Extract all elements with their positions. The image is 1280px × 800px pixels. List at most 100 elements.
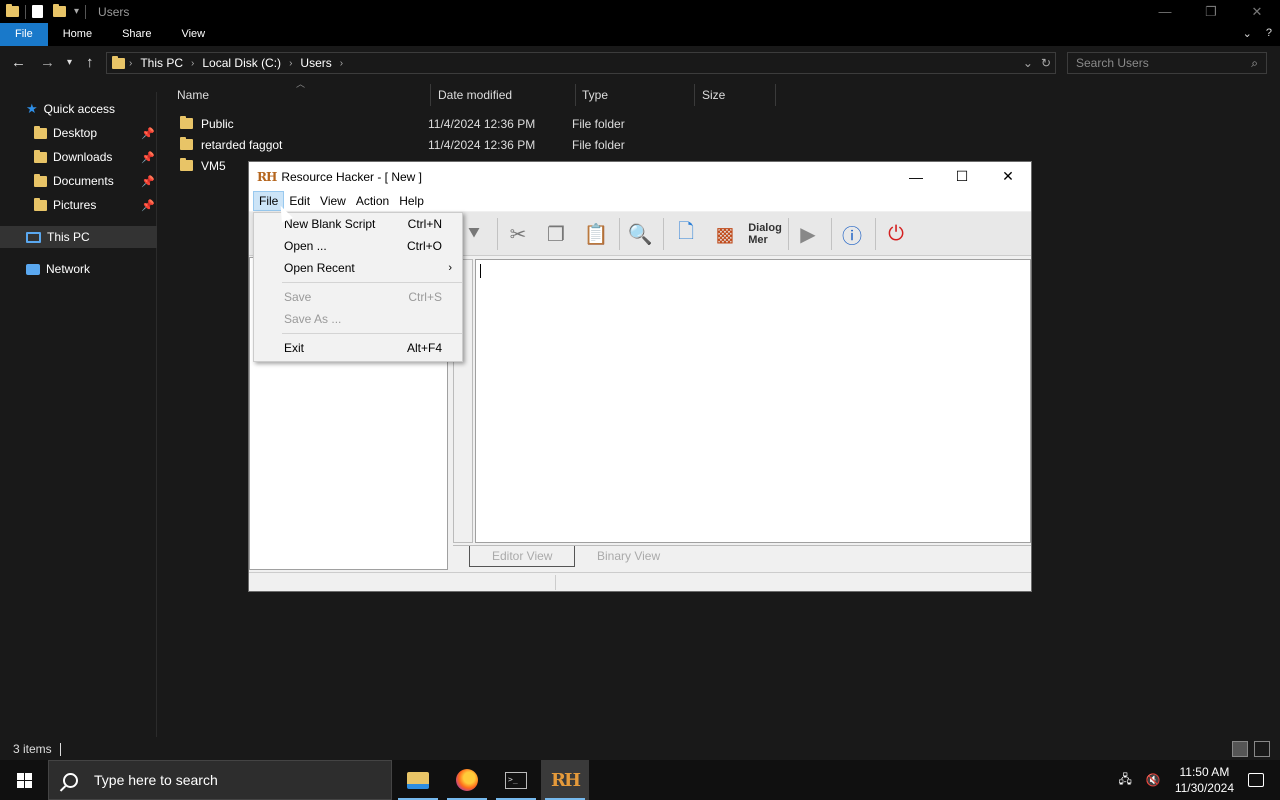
tab-editor-view[interactable]: Editor View [469, 546, 576, 567]
toolbar-separator [788, 218, 789, 250]
status-divider [59, 742, 61, 756]
sidebar-item-desktop[interactable]: Desktop 📌 [0, 122, 157, 144]
menu-edit[interactable]: Edit [284, 192, 315, 210]
clock[interactable]: 11:50 AM 11/30/2024 [1175, 764, 1234, 796]
rh-close-button[interactable]: ✕ [985, 162, 1031, 191]
file-date: 11/4/2024 12:36 PM [428, 116, 536, 131]
tab-share[interactable]: Share [107, 23, 166, 46]
chevron-down-icon[interactable]: ⌄ [1023, 56, 1033, 70]
file-menu-dropdown: New Blank Script Ctrl+N Open ... Ctrl+O … [253, 212, 463, 362]
sidebar-item-documents[interactable]: Documents 📌 [0, 170, 157, 192]
large-icons-view-icon[interactable] [1254, 741, 1270, 757]
add-image-resource-icon[interactable]: ▩ [708, 218, 742, 250]
restore-button[interactable]: ❐ [1188, 0, 1234, 23]
menu-item-save[interactable]: Save Ctrl+S [254, 286, 462, 308]
taskbar-resource-hacker[interactable]: RH [541, 760, 589, 800]
taskbar-search[interactable]: Type here to search [48, 760, 392, 800]
play-icon[interactable]: ▶ [791, 218, 825, 250]
refresh-icon[interactable]: ↻ [1041, 56, 1051, 70]
chevron-right-icon[interactable]: › [336, 58, 347, 69]
taskbar-firefox[interactable] [443, 760, 491, 800]
sidebar-item-label: Downloads [53, 150, 113, 164]
pictures-folder-icon [34, 197, 47, 211]
copy-icon[interactable]: ❐ [539, 218, 573, 250]
menu-item-open[interactable]: Open ... Ctrl+O [254, 235, 462, 257]
column-header-name[interactable]: Name [172, 84, 431, 106]
menu-item-shortcut: Ctrl+O [406, 239, 442, 253]
folder-icon [112, 55, 125, 69]
network-tray-icon[interactable]: 🖧 [1118, 770, 1131, 791]
back-icon[interactable]: ← [11, 54, 26, 71]
new-folder-icon[interactable] [53, 4, 66, 17]
rh-status-bar [249, 572, 1031, 591]
address-bar[interactable]: › This PC › Local Disk (C:) › Users › ⌄ … [106, 52, 1056, 74]
list-item[interactable]: Public 11/4/2024 12:36 PM File folder [170, 113, 770, 134]
column-header-type[interactable]: Type [577, 84, 695, 106]
power-icon[interactable]: ⏻ [879, 218, 913, 250]
breadcrumb-local-disk[interactable]: Local Disk (C:) [198, 56, 285, 70]
rh-maximize-button[interactable]: ☐ [939, 162, 985, 191]
downloads-folder-icon [34, 149, 47, 163]
volume-muted-icon[interactable]: 🔇 [1146, 773, 1161, 787]
menu-action[interactable]: Action [351, 192, 394, 210]
menu-help[interactable]: Help [394, 192, 429, 210]
sidebar-item-this-pc[interactable]: This PC [0, 226, 157, 248]
dialog-merger-button[interactable]: Dialog Mer [745, 218, 785, 250]
desktop-folder-icon [34, 125, 47, 139]
window-controls: — ❐ ✕ [1142, 0, 1280, 23]
menu-item-exit[interactable]: Exit Alt+F4 [254, 337, 462, 359]
sidebar-item-downloads[interactable]: Downloads 📌 [0, 146, 157, 168]
column-header-date[interactable]: Date modified [433, 84, 576, 106]
ribbon-tabs: File Home Share View ⌄ ? [0, 23, 1280, 46]
properties-icon[interactable] [32, 5, 43, 18]
column-header-size[interactable]: Size [697, 84, 776, 106]
cut-icon[interactable]: ✂ [501, 218, 535, 250]
up-icon[interactable]: ↑ [86, 54, 94, 71]
menu-item-shortcut: Ctrl+N [407, 217, 442, 231]
forward-icon[interactable]: → [40, 54, 55, 71]
merger-label: Mer [748, 234, 768, 246]
sidebar-item-label: Network [46, 262, 91, 276]
help-icon[interactable]: ? [1266, 27, 1272, 40]
details-view-icon[interactable] [1232, 741, 1248, 757]
notifications-icon[interactable] [1248, 773, 1264, 787]
breadcrumb-this-pc[interactable]: This PC [136, 56, 187, 70]
explorer-title-bar: ▾ Users — ❐ ✕ [0, 0, 1280, 23]
windows-logo-icon [16, 772, 32, 788]
customize-qa-icon[interactable]: ▾ [74, 6, 79, 17]
close-button[interactable]: ✕ [1234, 0, 1280, 23]
chevron-right-icon[interactable]: › [187, 58, 198, 69]
start-button[interactable] [0, 760, 48, 800]
tab-home[interactable]: Home [48, 23, 107, 46]
sidebar-item-pictures[interactable]: Pictures 📌 [0, 194, 157, 216]
menu-item-open-recent[interactable]: Open Recent › [254, 257, 462, 279]
recent-locations-icon[interactable]: ▾ [67, 57, 72, 68]
rh-logo-icon: RH [257, 169, 277, 184]
window-title: Users [98, 4, 130, 19]
paste-icon[interactable]: 📋 [579, 218, 613, 250]
minimize-button[interactable]: — [1142, 0, 1188, 23]
sidebar-item-network[interactable]: Network [0, 258, 157, 280]
tab-binary-view[interactable]: Binary View [575, 546, 682, 567]
breadcrumb-users[interactable]: Users [296, 56, 335, 70]
taskbar-terminal[interactable]: >_ [492, 760, 540, 800]
rh-minimize-button[interactable]: — [893, 162, 939, 191]
expand-ribbon-icon[interactable]: ⌄ [1243, 27, 1252, 40]
script-editor[interactable] [475, 259, 1031, 543]
menu-item-save-as[interactable]: Save As ... [254, 308, 462, 330]
find-icon[interactable]: 🔍 [623, 218, 657, 250]
taskbar-file-explorer[interactable] [394, 760, 442, 800]
file-name: VM5 [201, 158, 226, 173]
sidebar-item-label: Desktop [53, 126, 98, 140]
tab-file[interactable]: File [0, 23, 48, 46]
search-input[interactable]: Search Users ⌕ [1067, 52, 1267, 74]
list-item[interactable]: retarded faggot 11/4/2024 12:36 PM File … [170, 134, 770, 155]
terminal-icon: >_ [505, 771, 527, 789]
sidebar-item-quick-access[interactable]: ★ Quick access [0, 98, 157, 120]
chevron-right-icon[interactable]: › [285, 58, 296, 69]
menu-view[interactable]: View [315, 192, 351, 210]
info-icon[interactable]: ⓘ [835, 218, 869, 250]
sidebar-item-label: Quick access [43, 102, 116, 116]
tab-view[interactable]: View [166, 23, 220, 46]
add-blank-resource-icon[interactable]: 🗋 [669, 218, 703, 250]
